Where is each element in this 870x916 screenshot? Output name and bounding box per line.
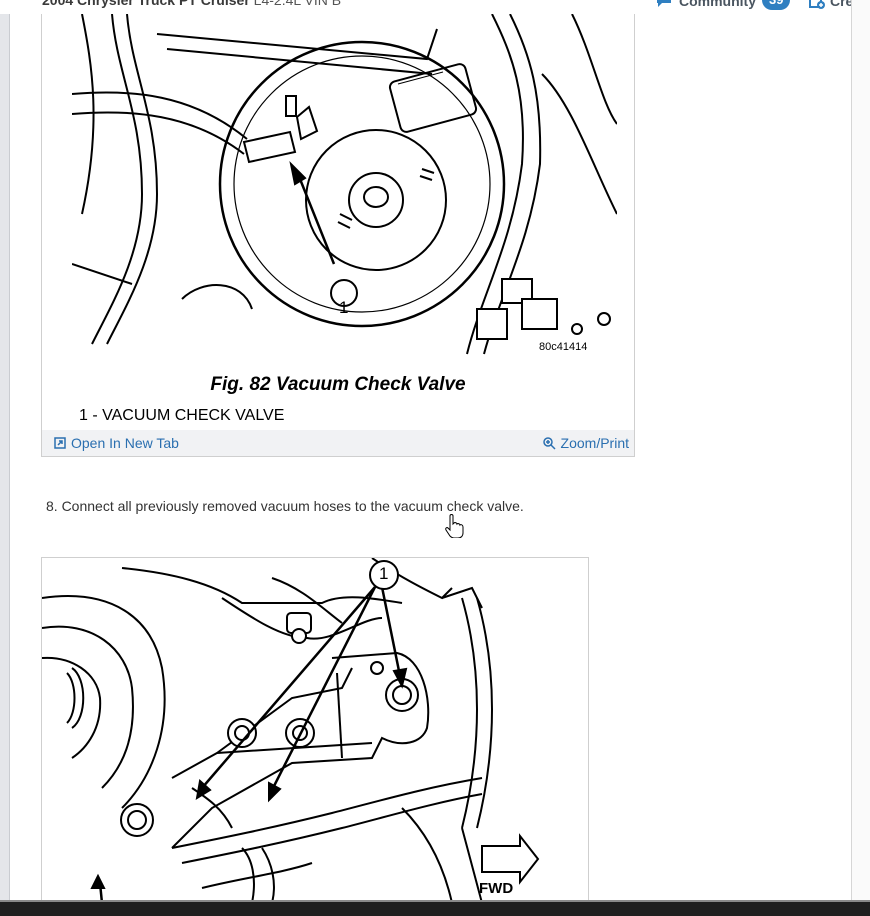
- drawing-code: 80c41414: [539, 341, 588, 353]
- vehicle-name: 2004 Chrysler Truck PT Cruiser: [42, 0, 250, 8]
- page-header: 2004 Chrysler Truck PT Cruiser L4-2.4L V…: [0, 0, 870, 14]
- zoom-print-link[interactable]: Zoom/Print: [542, 435, 629, 451]
- figure-vacuum-check-valve: 1 80c41414 Fig. 82 Vacuum Check Valve 1 …: [41, 14, 635, 457]
- figure-toolbar: Open In New Tab Zoom/Print: [42, 430, 634, 456]
- open-in-new-tab-label: Open In New Tab: [71, 435, 179, 451]
- magnifier-icon: [542, 436, 556, 450]
- vehicle-engine: L4-2.4L VIN B: [253, 0, 342, 8]
- hand-pointer-cursor: [445, 514, 464, 538]
- left-gutter: [0, 0, 10, 914]
- zoom-print-label: Zoom/Print: [560, 435, 629, 451]
- figure2-callout: 1: [379, 564, 389, 583]
- figure-legend: 1 - VACUUM CHECK VALVE: [79, 407, 285, 424]
- fwd-label: FWD: [479, 880, 514, 897]
- figure1-callout: 1: [339, 298, 349, 317]
- figure-vacuum-hoses: 1 FWD: [41, 557, 589, 902]
- community-label: Community: [679, 0, 756, 9]
- chat-bubble-icon: [657, 0, 671, 7]
- right-scroll-area: [851, 0, 870, 914]
- community-count-badge: 39: [762, 0, 791, 10]
- community-button[interactable]: Community 39: [655, 0, 791, 10]
- figure-caption: Fig. 82 Vacuum Check Valve: [210, 374, 466, 395]
- open-new-tab-icon: [54, 437, 66, 449]
- step-8-text: 8. Connect all previously removed vacuum…: [46, 498, 524, 514]
- create-document-icon: [809, 0, 825, 9]
- vehicle-title: 2004 Chrysler Truck PT Cruiser L4-2.4L V…: [42, 0, 341, 8]
- open-in-new-tab-link[interactable]: Open In New Tab: [54, 435, 179, 451]
- vacuum-hoses-drawing: [42, 558, 540, 901]
